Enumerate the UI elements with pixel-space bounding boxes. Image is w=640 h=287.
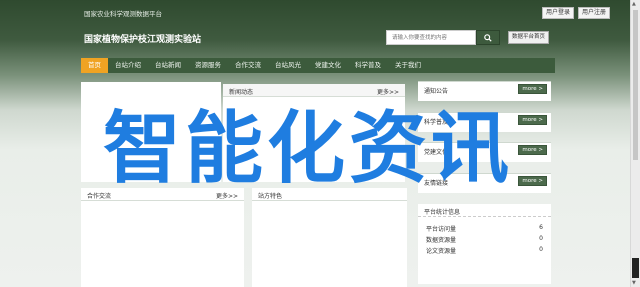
nav-item-party[interactable]: 党建文化 [308, 58, 348, 73]
notice-block: 通知公告 more > [418, 81, 551, 101]
platform-title: 国家农业科学观测数据平台 [84, 10, 162, 18]
stats-panel-header: 平台统计信息 [418, 204, 551, 217]
stats-value: 6 [539, 224, 543, 231]
stats-panel: 平台统计信息 平台访问量 6 数据资源量 0 论文资源量 0 [418, 204, 551, 284]
stats-value: 0 [539, 246, 543, 253]
scrollbar-thumb[interactable] [633, 10, 638, 160]
scroll-down-icon[interactable]: ▼ [632, 280, 636, 286]
top-bar: 国家农业科学观测数据平台 用户登录 用户注册 [0, 0, 630, 22]
search-button[interactable] [476, 30, 500, 45]
science-more-button[interactable]: more > [518, 115, 547, 125]
nav-item-science[interactable]: 科学普及 [348, 58, 388, 73]
cooperation-panel: 合作交流 更多>> [81, 188, 244, 287]
stats-value: 0 [539, 235, 543, 242]
news-panel-header: 新闻动态 更多>> [223, 84, 405, 97]
news-panel-title: 新闻动态 [229, 89, 254, 96]
stats-label: 数据资源量 [426, 237, 457, 244]
nav-item-news[interactable]: 台站新闻 [148, 58, 188, 73]
news-more-link[interactable]: 更多>> [377, 87, 399, 96]
notice-more-button[interactable]: more > [518, 84, 547, 94]
site-title: 国家植物保护枝江观测实验站 [84, 35, 202, 45]
register-link[interactable]: 用户注册 [577, 7, 610, 19]
nav-item-home[interactable]: 首页 [81, 58, 108, 73]
overlay-heading: 智能化资讯 [103, 104, 514, 194]
vertical-scrollbar[interactable]: ▲ ▼ [630, 0, 640, 287]
stats-title: 平台统计信息 [424, 209, 461, 216]
party-more-button[interactable]: more > [518, 145, 547, 155]
main-nav: 首页 台站介绍 台站新闻 资源服务 合作交流 台站风光 党建文化 科学普及 关于… [81, 58, 555, 73]
search-icon [484, 33, 492, 42]
login-link[interactable]: 用户登录 [541, 7, 574, 19]
scenery-panel: 站方特色 [252, 188, 407, 287]
nav-item-scenery[interactable]: 台站风光 [268, 58, 308, 73]
search-input[interactable] [386, 30, 476, 45]
data-platform-button[interactable]: 数据平台首页 [508, 31, 550, 44]
links-more-button[interactable]: more > [518, 176, 547, 186]
search-box [386, 30, 500, 45]
stats-label: 平台访问量 [426, 226, 457, 233]
notice-title: 通知公告 [424, 88, 449, 95]
nav-item-about[interactable]: 关于我们 [388, 58, 428, 73]
stats-label: 论文资源量 [426, 248, 457, 255]
scrollbar-marker [632, 258, 639, 278]
nav-item-cooperation[interactable]: 合作交流 [228, 58, 268, 73]
nav-item-resources[interactable]: 资源服务 [188, 58, 228, 73]
stats-row: 论文资源量 0 [426, 246, 543, 255]
nav-item-intro[interactable]: 台站介绍 [108, 58, 148, 73]
scroll-up-icon[interactable]: ▲ [632, 1, 636, 7]
stats-row: 平台访问量 6 [426, 224, 543, 233]
stats-row: 数据资源量 0 [426, 235, 543, 244]
account-links: 用户登录 用户注册 [541, 7, 610, 19]
